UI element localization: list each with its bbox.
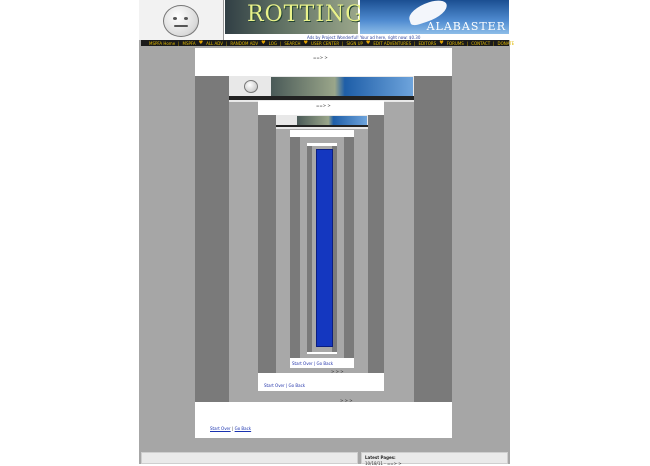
- nested-caption-level-1: > > >: [340, 398, 353, 403]
- page-nav-links: Start Over | Go Back: [210, 426, 251, 431]
- nav-separator: |: [414, 40, 416, 46]
- nested-links-level-1: Start Over | Go Back: [264, 383, 306, 388]
- heart-icon: ♥: [365, 40, 371, 46]
- site-header: ROTTING ALABASTER Ads by Project Wonderf…: [139, 0, 510, 40]
- face-logo-icon: [163, 5, 199, 37]
- start-over-link[interactable]: Start Over: [210, 426, 231, 431]
- nav-separator: |: [280, 40, 282, 46]
- page-title-link[interactable]: ==> >: [313, 55, 328, 60]
- latest-pages-label: Latest Pages:: [365, 455, 396, 460]
- site-logo[interactable]: [139, 0, 224, 40]
- heart-icon: ♥: [261, 40, 266, 46]
- nested-face-logo-icon: [244, 80, 258, 93]
- heart-icon: ♥: [198, 40, 204, 46]
- heart-icon: ♥: [303, 40, 309, 46]
- nav-item-contact[interactable]: CONTACT: [471, 41, 490, 46]
- nested-pager-level-1: ==> >: [316, 103, 331, 108]
- nav-item-sign-up[interactable]: SIGN UP: [347, 41, 363, 46]
- nav-item-random-adv[interactable]: RANDOM ADV: [230, 41, 258, 46]
- footer-left-panel: [141, 452, 358, 464]
- nav-separator: |: [342, 40, 344, 46]
- banner-alabaster[interactable]: ALABASTER: [360, 0, 509, 34]
- nav-item-editors[interactable]: EDITORS: [419, 41, 437, 46]
- footer-latest-pages: Latest Pages: 10/18/11 - ==> >: [361, 452, 508, 466]
- banner-rotting-title: ROTTING: [247, 2, 364, 27]
- banner-alabaster-title: ALABASTER: [426, 20, 506, 33]
- nav-item-all-adv[interactable]: ALL ADV: [206, 41, 223, 46]
- nav-item-log[interactable]: LOG: [269, 41, 277, 46]
- ad-banner[interactable]: ROTTING ALABASTER: [225, 0, 509, 34]
- nested-nav-level-1: [229, 96, 414, 100]
- banner-rotting[interactable]: ROTTING: [225, 0, 363, 34]
- nav-separator: |: [226, 40, 228, 46]
- nav-separator: |: [178, 40, 180, 46]
- deepest-blue-frame: [316, 149, 333, 347]
- nav-item-user-center[interactable]: USER CENTER: [311, 41, 339, 46]
- nested-caption-level-2: > > >: [331, 369, 344, 374]
- nav-item-forums[interactable]: FORUMS: [447, 41, 464, 46]
- nav-item-edit-adventures[interactable]: EDIT ADVENTURES: [373, 41, 411, 46]
- nav-item-mspfa-home[interactable]: MSPFA Home: [149, 41, 175, 46]
- nested-banner-level-1: [271, 77, 413, 96]
- link-separator: |: [231, 426, 234, 431]
- nested-links-level-2: Start Over | Go Back: [292, 361, 334, 366]
- nav-item-donate[interactable]: DONATE: [498, 41, 515, 46]
- go-back-link[interactable]: Go Back: [235, 426, 252, 431]
- nav-item-search[interactable]: SEARCH: [284, 41, 300, 46]
- nested-banner-level-2: [297, 116, 367, 125]
- nav-item-mspfa[interactable]: MSPFA: [183, 41, 196, 46]
- heart-icon: ♥: [439, 40, 444, 46]
- nav-bar: MSPFA Home | MSPFA ♥ ALL ADV | RANDOM AD…: [141, 40, 514, 46]
- nested-nav-level-2: [276, 125, 368, 127]
- nav-separator: |: [493, 40, 495, 46]
- nav-separator: |: [466, 40, 469, 46]
